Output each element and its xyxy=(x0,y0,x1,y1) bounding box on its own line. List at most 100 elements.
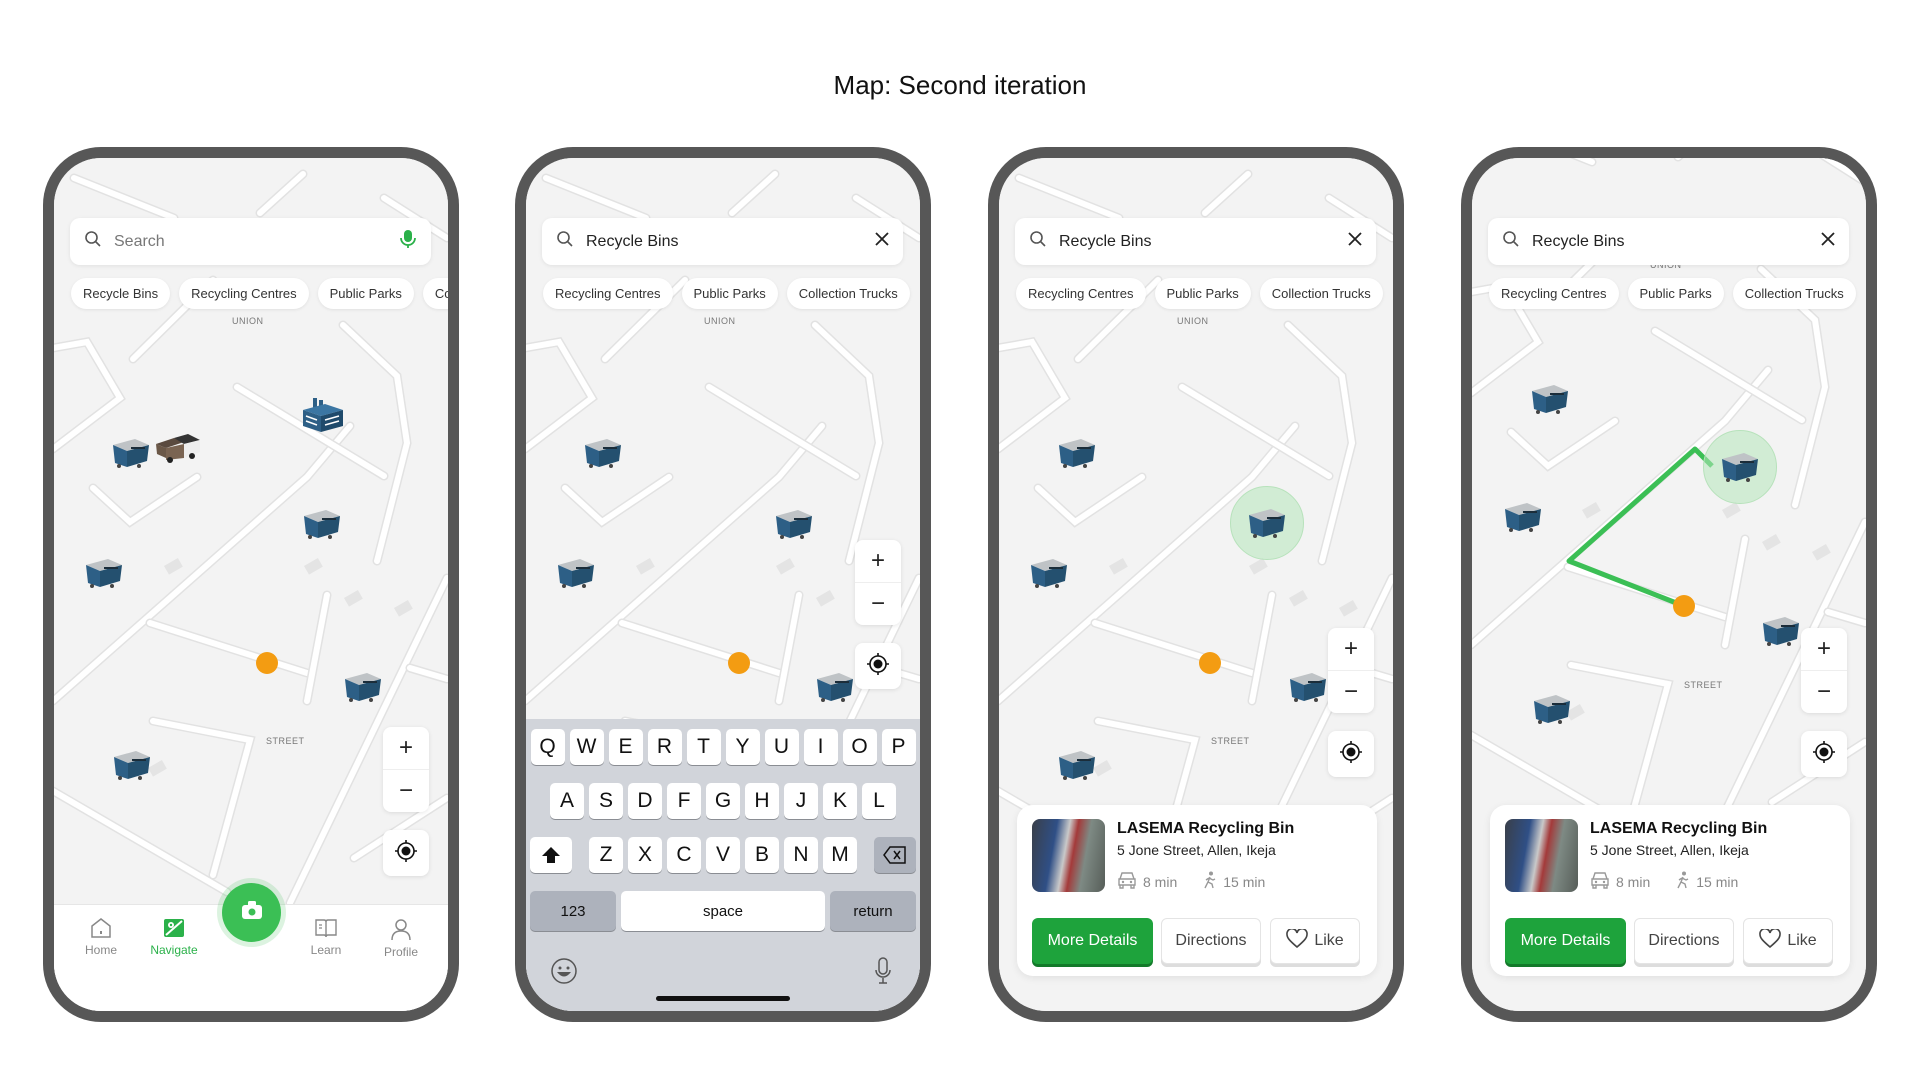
recycle-bin-marker-icon[interactable] xyxy=(1055,745,1099,790)
microphone-icon[interactable] xyxy=(399,229,417,254)
search-input[interactable]: Recycle Bins xyxy=(586,233,875,251)
key-e[interactable]: E xyxy=(608,729,643,765)
filter-chip[interactable]: Public Parks xyxy=(1154,278,1251,309)
filter-chip[interactable]: Public Parks xyxy=(681,278,778,309)
key-y[interactable]: Y xyxy=(725,729,760,765)
more-details-button[interactable]: More Details xyxy=(1505,918,1626,964)
key-t[interactable]: T xyxy=(686,729,721,765)
emoji-icon[interactable] xyxy=(550,957,578,990)
zoom-out-button[interactable]: − xyxy=(855,583,901,625)
key-o[interactable]: O xyxy=(842,729,877,765)
filter-chip[interactable]: Recycle Bins xyxy=(71,278,171,309)
more-details-button[interactable]: More Details xyxy=(1032,918,1153,964)
locate-me-button[interactable] xyxy=(855,643,901,689)
zoom-out-button[interactable]: − xyxy=(383,770,429,812)
search-bar[interactable]: Recycle Bins xyxy=(1488,218,1849,265)
zoom-in-button[interactable]: + xyxy=(1801,628,1847,671)
filter-chip[interactable]: Collection Trucks xyxy=(422,278,448,309)
key-w[interactable]: W xyxy=(569,729,604,765)
filter-chip[interactable]: Collection Trucks xyxy=(1732,278,1856,309)
numbers-key[interactable]: 123 xyxy=(530,891,616,931)
locate-me-button[interactable] xyxy=(1328,731,1374,777)
search-input[interactable]: Recycle Bins xyxy=(1532,233,1821,251)
key-m[interactable]: M xyxy=(823,837,857,873)
recycle-bin-marker-icon[interactable] xyxy=(813,667,857,712)
key-d[interactable]: D xyxy=(628,783,662,819)
key-n[interactable]: N xyxy=(784,837,818,873)
return-key[interactable]: return xyxy=(830,891,916,931)
key-u[interactable]: U xyxy=(764,729,799,765)
search-bar[interactable]: Recycle Bins xyxy=(542,218,903,265)
key-s[interactable]: S xyxy=(589,783,623,819)
key-a[interactable]: A xyxy=(550,783,584,819)
filter-chip[interactable]: Recycling Centres xyxy=(179,278,309,309)
key-v[interactable]: V xyxy=(706,837,740,873)
close-icon[interactable] xyxy=(875,232,889,251)
recycle-bin-marker-icon[interactable] xyxy=(1245,503,1289,548)
recycle-bin-marker-icon[interactable] xyxy=(1501,497,1545,542)
shift-key[interactable] xyxy=(530,837,572,873)
recycle-bin-marker-icon[interactable] xyxy=(341,667,385,712)
space-key[interactable]: space xyxy=(621,891,825,931)
key-b[interactable]: B xyxy=(745,837,779,873)
search-input[interactable]: Search xyxy=(114,233,399,251)
key-z[interactable]: Z xyxy=(589,837,623,873)
locate-me-button[interactable] xyxy=(1801,731,1847,777)
zoom-out-button[interactable]: − xyxy=(1801,671,1847,713)
locate-me-button[interactable] xyxy=(383,830,429,876)
search-input[interactable]: Recycle Bins xyxy=(1059,233,1348,251)
location-card[interactable]: LASEMA Recycling Bin 5 Jone Street, Allen… xyxy=(1490,805,1850,976)
nav-item-profile[interactable]: Profile xyxy=(366,917,436,959)
collection-truck-marker-icon[interactable] xyxy=(154,430,204,471)
recycle-bin-marker-icon[interactable] xyxy=(1530,689,1574,734)
location-card[interactable]: LASEMA Recycling Bin 5 Jone Street, Allen… xyxy=(1017,805,1377,976)
recycle-bin-marker-icon[interactable] xyxy=(110,745,154,790)
key-k[interactable]: K xyxy=(823,783,857,819)
zoom-in-button[interactable]: + xyxy=(383,727,429,770)
like-button[interactable]: Like xyxy=(1270,918,1360,964)
key-j[interactable]: J xyxy=(784,783,818,819)
recycle-bin-marker-icon[interactable] xyxy=(1055,433,1099,478)
key-i[interactable]: I xyxy=(803,729,838,765)
filter-chip[interactable]: Collection Trucks xyxy=(1259,278,1383,309)
recycle-bin-marker-icon[interactable] xyxy=(1528,379,1572,424)
recycle-bin-marker-icon[interactable] xyxy=(109,433,153,478)
nav-item-learn[interactable]: Learn xyxy=(291,917,361,957)
key-f[interactable]: F xyxy=(667,783,701,819)
recycle-bin-marker-icon[interactable] xyxy=(1027,553,1071,598)
recycle-bin-marker-icon[interactable] xyxy=(1286,667,1330,712)
filter-chip[interactable]: Collection Trucks xyxy=(786,278,910,309)
recycle-bin-marker-icon[interactable] xyxy=(554,553,598,598)
zoom-out-button[interactable]: − xyxy=(1328,671,1374,713)
recycle-bin-marker-icon[interactable] xyxy=(82,553,126,598)
close-icon[interactable] xyxy=(1348,232,1362,251)
key-p[interactable]: P xyxy=(881,729,916,765)
dictation-microphone-icon[interactable] xyxy=(874,957,892,990)
key-h[interactable]: H xyxy=(745,783,779,819)
nav-item-navigate[interactable]: Navigate xyxy=(139,917,209,957)
recycle-bin-marker-icon[interactable] xyxy=(772,504,816,549)
directions-button[interactable]: Directions xyxy=(1161,918,1261,964)
nav-item-home[interactable]: Home xyxy=(66,917,136,957)
search-bar[interactable]: Recycle Bins xyxy=(1015,218,1376,265)
key-c[interactable]: C xyxy=(667,837,701,873)
filter-chip[interactable]: Recycling Centres xyxy=(1489,278,1619,309)
recycle-bin-marker-icon[interactable] xyxy=(1759,611,1803,656)
key-r[interactable]: R xyxy=(647,729,682,765)
recycle-bin-marker-icon[interactable] xyxy=(581,433,625,478)
like-button[interactable]: Like xyxy=(1743,918,1833,964)
key-g[interactable]: G xyxy=(706,783,740,819)
backspace-key[interactable] xyxy=(874,837,916,873)
zoom-in-button[interactable]: + xyxy=(1328,628,1374,671)
close-icon[interactable] xyxy=(1821,232,1835,251)
filter-chip[interactable]: Public Parks xyxy=(317,278,414,309)
directions-button[interactable]: Directions xyxy=(1634,918,1734,964)
key-l[interactable]: L xyxy=(862,783,896,819)
recycle-bin-marker-icon[interactable] xyxy=(1718,447,1762,492)
filter-chip[interactable]: Public Parks xyxy=(1627,278,1724,309)
recycling-centre-marker-icon[interactable] xyxy=(301,396,345,441)
key-x[interactable]: X xyxy=(628,837,662,873)
filter-chip[interactable]: Recycling Centres xyxy=(1016,278,1146,309)
key-q[interactable]: Q xyxy=(530,729,565,765)
zoom-in-button[interactable]: + xyxy=(855,540,901,583)
